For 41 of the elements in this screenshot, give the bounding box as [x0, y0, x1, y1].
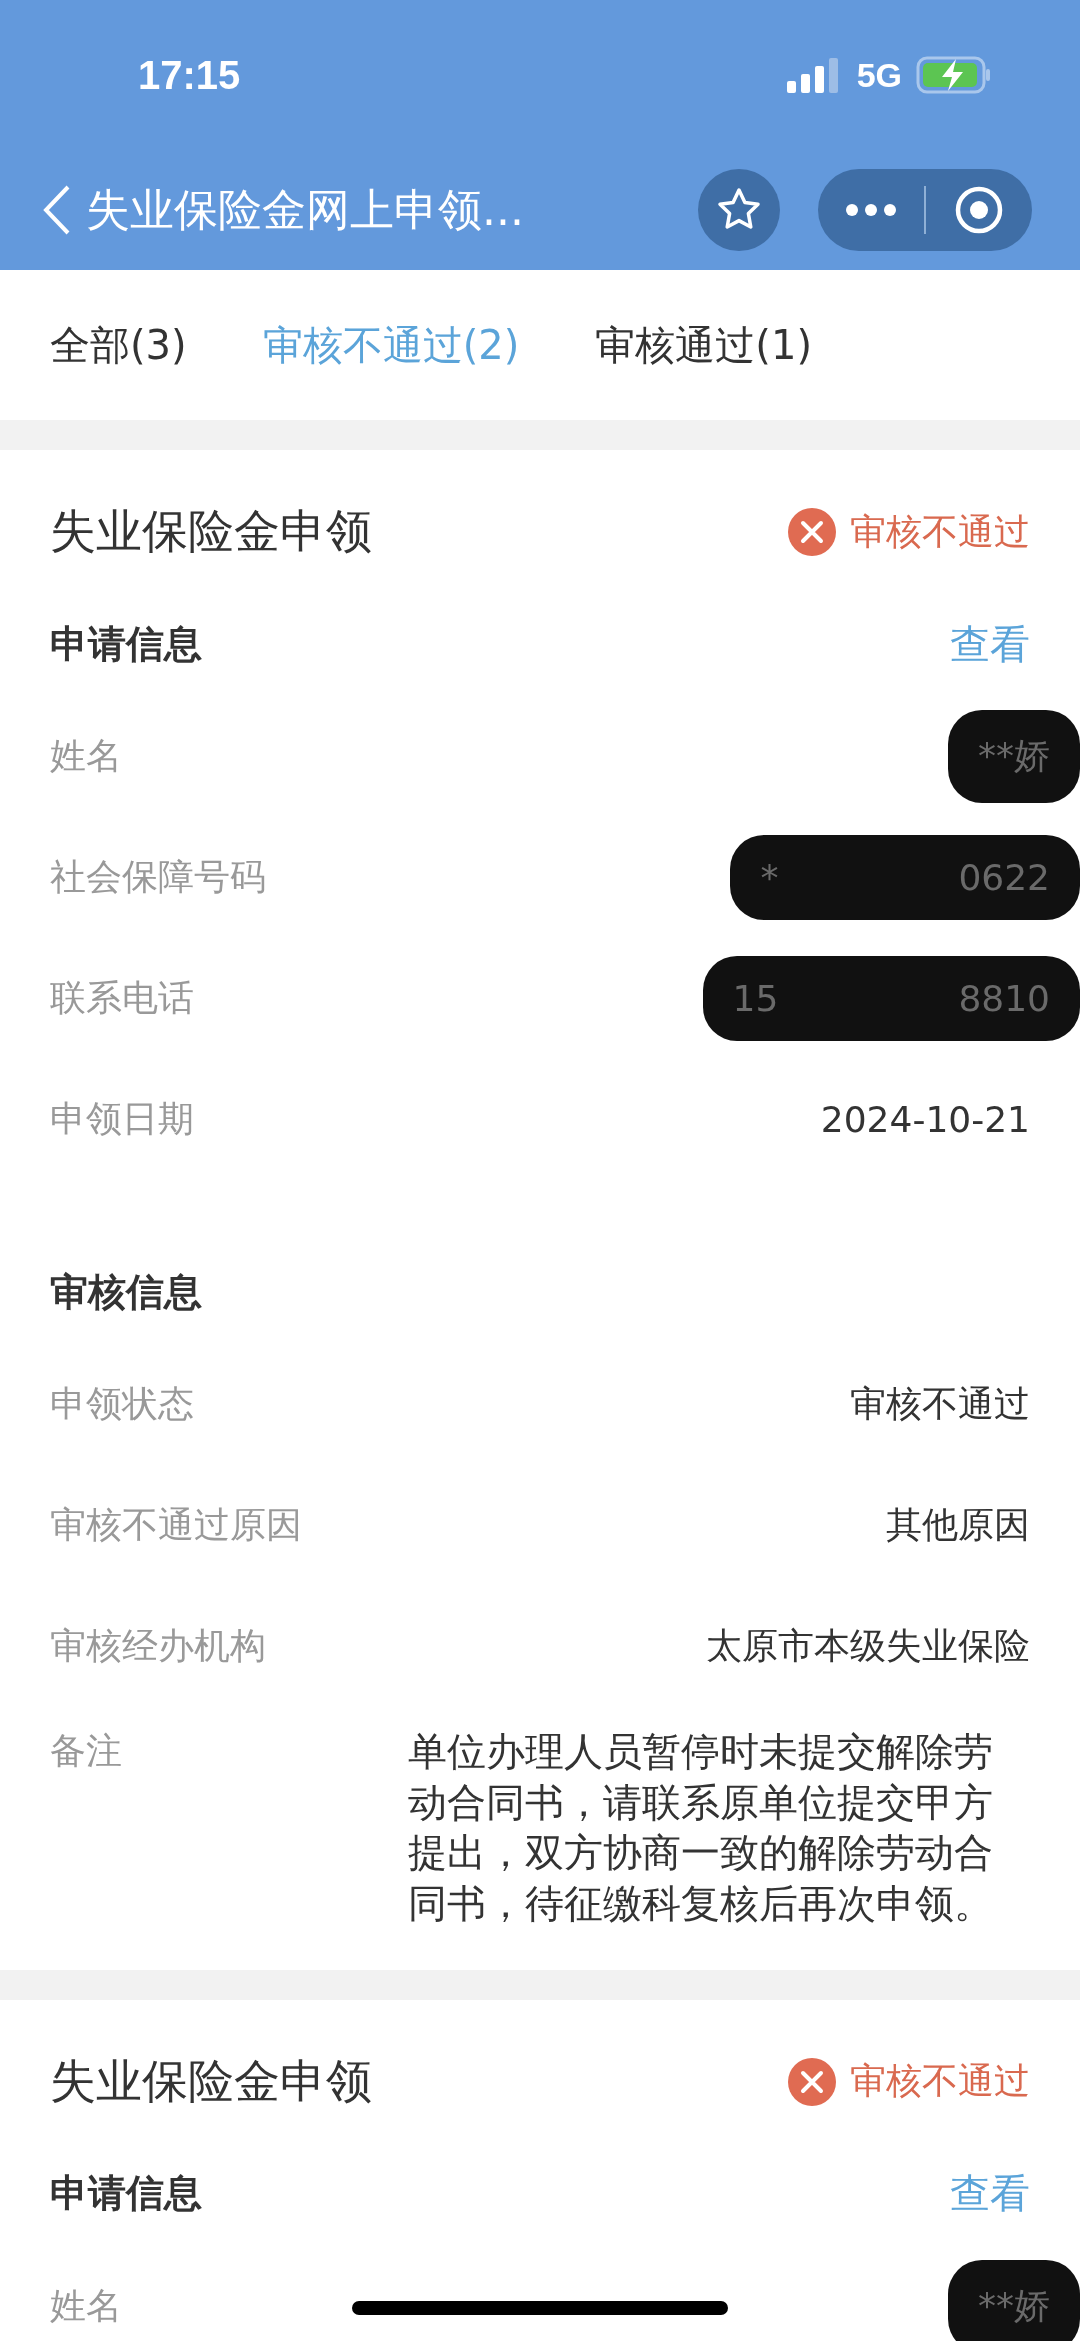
- battery-charging-icon: [916, 56, 992, 94]
- target-icon: [954, 185, 1004, 235]
- filter-tab[interactable]: 全部(3): [50, 317, 187, 373]
- error-icon: [788, 2057, 836, 2106]
- section-title: 审核信息: [50, 1268, 202, 1316]
- field-value: **娇: [978, 2283, 1050, 2328]
- more-icon: [845, 203, 897, 217]
- back-icon[interactable]: [42, 184, 72, 236]
- status-label: 审核不通过: [850, 2059, 1030, 2104]
- error-icon: [788, 508, 836, 556]
- field-value: 0622: [958, 857, 1050, 898]
- card-title: 失业保险金申领: [50, 503, 372, 560]
- field-label: 申领状态: [50, 1382, 194, 1426]
- filter-tab[interactable]: 审核不通过(2): [262, 317, 520, 373]
- page-title: 失业保险金网上申领...: [86, 182, 525, 237]
- field-value: 太原市本级失业保险: [706, 1624, 1030, 1668]
- field-label: 申领日期: [50, 1097, 194, 1141]
- view-link[interactable]: 查看: [950, 616, 1030, 672]
- field-value: 2024-10-21: [820, 1099, 1030, 1140]
- filter-tab[interactable]: 审核通过(1): [595, 317, 812, 373]
- field-value: 审核不通过: [850, 1382, 1030, 1426]
- field-value: 8810: [958, 978, 1050, 1019]
- field-value: 其他原因: [886, 1503, 1030, 1547]
- field-label: 联系电话: [50, 976, 194, 1020]
- section-title: 申请信息: [50, 620, 202, 668]
- view-link[interactable]: 查看: [950, 2166, 1030, 2222]
- network-label: 5G: [856, 55, 902, 95]
- field-label: 姓名: [50, 734, 122, 778]
- status-time: 17:15: [138, 52, 241, 98]
- field-label: 审核不通过原因: [50, 1503, 302, 1547]
- section-title: 申请信息: [50, 2170, 202, 2218]
- field-value: **娇: [978, 734, 1050, 778]
- field-label: 社会保障号码: [50, 855, 266, 899]
- field-label: 备注: [50, 1729, 122, 1773]
- card-title: 失业保险金申领: [50, 2052, 372, 2110]
- field-value: 单位办理人员暂停时未提交解除劳动合同书，请联系原单位提交甲方提出，双方协商一致的解除劳动合同书，待征缴科复核后再次申领。: [408, 1728, 994, 1929]
- field-value: *: [760, 857, 779, 898]
- field-value: 15: [732, 978, 779, 1019]
- field-label: 审核经办机构: [50, 1624, 266, 1668]
- status-label: 审核不通过: [850, 509, 1030, 554]
- field-label: 姓名: [50, 2283, 122, 2328]
